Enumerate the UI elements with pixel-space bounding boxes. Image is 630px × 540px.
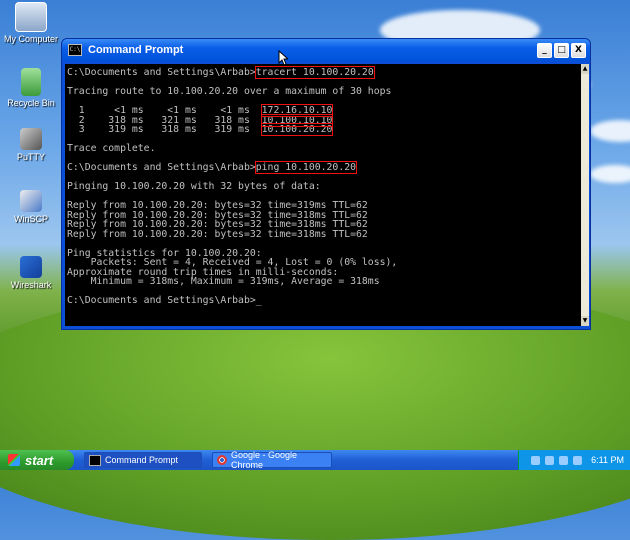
taskbar-item-label: Google - Google Chrome bbox=[230, 450, 297, 470]
desktop-icon-putty[interactable]: PuTTY bbox=[4, 128, 58, 162]
taskbar: start Command Prompt Google - Google Chr… bbox=[0, 450, 630, 470]
desktop-icon-label: WinSCP bbox=[13, 214, 48, 224]
winscp-icon bbox=[20, 190, 42, 212]
title-bar[interactable]: C:\ Command Prompt _ □ X bbox=[62, 39, 590, 61]
desktop-icon-recycle-bin[interactable]: Recycle Bin bbox=[4, 68, 58, 108]
start-label: start bbox=[25, 452, 54, 468]
desktop-icon-label: Recycle Bin bbox=[7, 98, 55, 108]
text-cursor: _ bbox=[255, 295, 262, 306]
windows-flag-icon bbox=[8, 454, 20, 466]
cmd-icon[interactable]: C:\ bbox=[68, 44, 82, 56]
desktop-icon-my-computer[interactable]: My Computer bbox=[4, 2, 58, 44]
tracing-line: Tracing route to 10.100.20.20 over a max… bbox=[67, 86, 392, 97]
chrome-icon bbox=[217, 455, 227, 465]
pinging-line: Pinging 10.100.20.20 with 32 bytes of da… bbox=[67, 181, 321, 192]
prompt-text: C:\Documents and Settings\Arbab> bbox=[67, 295, 256, 306]
prompt-text: C:\Documents and Settings\Arbab> bbox=[67, 67, 256, 78]
trace-complete-line: Trace complete. bbox=[67, 143, 156, 154]
vertical-scrollbar[interactable]: ▲ ▼ bbox=[581, 64, 589, 326]
mouse-pointer-icon bbox=[278, 50, 288, 66]
desktop-icon-winscp[interactable]: WinSCP bbox=[4, 190, 58, 224]
hop-ip: 10.100.20.20 bbox=[260, 123, 334, 136]
console-output[interactable]: C:\Documents and Settings\Arbab>tracert … bbox=[65, 64, 581, 326]
window-title: Command Prompt bbox=[88, 44, 184, 56]
desktop-icon-wireshark[interactable]: Wireshark bbox=[4, 256, 58, 290]
desktop-icon-label: My Computer bbox=[4, 34, 59, 44]
wireshark-icon bbox=[20, 256, 42, 278]
close-button[interactable]: X bbox=[571, 42, 586, 58]
putty-icon bbox=[20, 128, 42, 150]
maximize-button[interactable]: □ bbox=[554, 42, 569, 58]
security-icon[interactable] bbox=[559, 455, 569, 465]
stats-line: Minimum = 318ms, Maximum = 319ms, Averag… bbox=[67, 276, 380, 287]
command-prompt-window[interactable]: C:\ Command Prompt _ □ X C:\Documents an… bbox=[61, 38, 591, 330]
minimize-button[interactable]: _ bbox=[537, 42, 552, 58]
tracert-command: tracert 10.100.20.20 bbox=[254, 66, 375, 79]
network-icon[interactable] bbox=[531, 455, 541, 465]
recycle-bin-icon bbox=[21, 68, 41, 96]
my-computer-icon bbox=[15, 2, 47, 32]
taskbar-item-chrome[interactable]: Google - Google Chrome bbox=[212, 450, 332, 470]
update-icon[interactable] bbox=[573, 455, 583, 465]
desktop-icon-label: PuTTY bbox=[16, 152, 45, 162]
hop-row: 3 319 ms 318 ms 319 ms bbox=[67, 124, 262, 135]
cmd-icon bbox=[89, 454, 101, 466]
scroll-up-icon[interactable]: ▲ bbox=[581, 64, 589, 74]
desktop-icon-label: Wireshark bbox=[10, 280, 52, 290]
ping-command: ping 10.100.20.20 bbox=[254, 161, 358, 174]
start-button[interactable]: start bbox=[0, 450, 74, 470]
system-tray: 6:11 PM bbox=[518, 450, 630, 470]
clock[interactable]: 6:11 PM bbox=[591, 455, 624, 465]
prompt-text: C:\Documents and Settings\Arbab> bbox=[67, 162, 256, 173]
reply-line: Reply from 10.100.20.20: bytes=32 time=3… bbox=[67, 228, 368, 240]
volume-icon[interactable] bbox=[545, 455, 555, 465]
scroll-down-icon[interactable]: ▼ bbox=[581, 316, 589, 326]
taskbar-item-command-prompt[interactable]: Command Prompt bbox=[84, 452, 202, 468]
taskbar-item-label: Command Prompt bbox=[105, 455, 179, 465]
